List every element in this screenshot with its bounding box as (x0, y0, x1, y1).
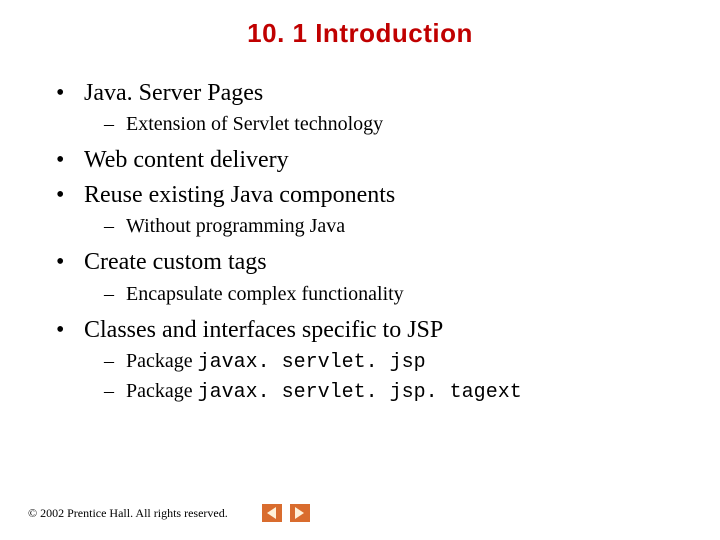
bullet-text: Extension of Servlet technology (126, 111, 383, 138)
bullet-text-prefix: Package (126, 350, 198, 372)
bullet-marker: • (56, 314, 84, 346)
dash-marker: – (104, 378, 126, 406)
bullet-marker: • (56, 246, 84, 278)
bullet-level1: • Classes and interfaces specific to JSP (56, 314, 680, 346)
slide-footer: © 2002 Prentice Hall. All rights reserve… (28, 504, 310, 522)
bullet-level2: – Package javax. servlet. jsp (104, 348, 680, 376)
bullet-text: Reuse existing Java components (84, 179, 395, 211)
bullet-text: Package javax. servlet. jsp. tagext (126, 378, 522, 406)
bullet-text: Without programming Java (126, 213, 345, 240)
dash-marker: – (104, 281, 126, 308)
bullet-text: Encapsulate complex functionality (126, 281, 404, 308)
bullet-text: Java. Server Pages (84, 77, 263, 109)
dash-marker: – (104, 348, 126, 376)
nav-buttons (262, 504, 310, 522)
next-slide-button[interactable] (290, 504, 310, 522)
code-text: javax. servlet. jsp. tagext (198, 381, 522, 404)
bullet-level1: • Create custom tags (56, 246, 680, 278)
bullet-level2: – Encapsulate complex functionality (104, 281, 680, 308)
bullet-text: Package javax. servlet. jsp (126, 348, 426, 376)
bullet-level1: • Reuse existing Java components (56, 179, 680, 211)
bullet-marker: • (56, 179, 84, 211)
bullet-level2: – Extension of Servlet technology (104, 111, 680, 138)
bullet-level1: • Web content delivery (56, 144, 680, 176)
bullet-text: Web content delivery (84, 144, 289, 176)
bullet-marker: • (56, 144, 84, 176)
copyright-text: © 2002 Prentice Hall. All rights reserve… (28, 506, 228, 521)
dash-marker: – (104, 213, 126, 240)
bullet-level2: – Without programming Java (104, 213, 680, 240)
bullet-level1: • Java. Server Pages (56, 77, 680, 109)
bullet-text: Classes and interfaces specific to JSP (84, 314, 443, 346)
bullet-text-prefix: Package (126, 380, 198, 402)
bullet-level2: – Package javax. servlet. jsp. tagext (104, 378, 680, 406)
dash-marker: – (104, 111, 126, 138)
bullet-marker: • (56, 77, 84, 109)
slide-content: • Java. Server Pages – Extension of Serv… (0, 77, 720, 406)
slide-title: 10. 1 Introduction (0, 0, 720, 77)
triangle-right-icon (295, 507, 304, 519)
bullet-text: Create custom tags (84, 246, 267, 278)
code-text: javax. servlet. jsp (198, 351, 426, 374)
triangle-left-icon (267, 507, 276, 519)
prev-slide-button[interactable] (262, 504, 282, 522)
